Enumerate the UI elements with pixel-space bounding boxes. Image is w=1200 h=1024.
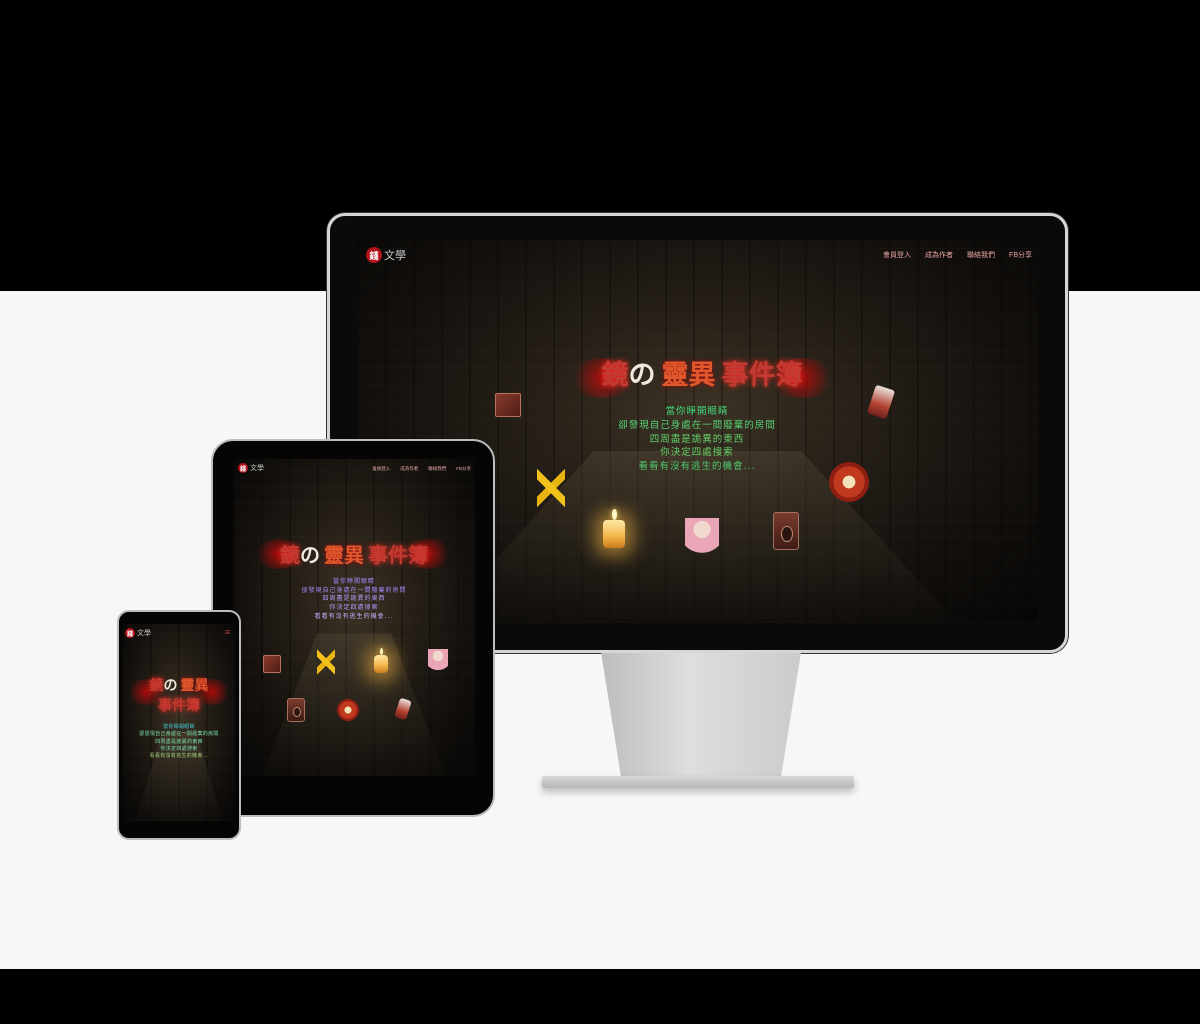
intro-line: 看看有沒有逃生的機會... xyxy=(314,612,394,620)
brand-badge: 錢 xyxy=(366,247,382,263)
doll-item[interactable] xyxy=(428,649,448,677)
intro-line: 你決定四處搜索 xyxy=(329,604,379,612)
candle-item[interactable] xyxy=(374,647,388,673)
intro-line: 四周盡是詭異的東西 xyxy=(155,738,203,745)
nav-become-author[interactable]: 成為作者 xyxy=(400,466,418,472)
title-part-casebook: 事件簿 xyxy=(158,698,200,714)
title-part-casebook: 事件簿 xyxy=(721,359,803,391)
camera-item[interactable] xyxy=(287,698,305,722)
title-part-supernatural: 靈異 xyxy=(180,678,209,694)
title-part-mirror: 鏡 xyxy=(149,678,164,694)
title-part-no: の xyxy=(628,359,656,391)
monitor-stand-base xyxy=(542,776,854,788)
camera-item[interactable] xyxy=(773,512,799,550)
page-title: 鏡 の 靈異 事件簿 xyxy=(258,537,450,569)
intro-line: 當你睜開眼睛 xyxy=(665,406,729,417)
nav-fb-share[interactable]: FB分享 xyxy=(1009,250,1032,260)
intro-line: 你決定四處搜索 xyxy=(660,447,734,459)
cursed-book-item[interactable] xyxy=(263,655,281,673)
bagua-item[interactable] xyxy=(829,462,869,502)
talisman-item[interactable] xyxy=(537,468,565,508)
nav-member-login[interactable]: 會員登入 xyxy=(372,466,390,472)
intro-text: 當你睜開眼睛 卻發現自己身處在一間廢棄的房間 四周盡是詭異的東西 你決定四處搜索… xyxy=(547,405,847,474)
top-nav: 會員登入 成為作者 聯絡我們 FB分享 xyxy=(372,466,471,472)
nav-fb-share[interactable]: FB分享 xyxy=(456,466,471,472)
page-title: 鏡 の 靈異 事件簿 xyxy=(572,352,832,392)
mirror-item[interactable] xyxy=(394,697,412,721)
brand-badge: 錢 xyxy=(238,463,248,473)
intro-text: 當你睜開眼睛 卻發現自己身處在一間廢棄的房間 四周盡是詭異的東西 你決定四處搜索… xyxy=(274,578,434,621)
cursed-book-item[interactable] xyxy=(495,393,521,417)
top-nav: 會員登入 成為作者 聯絡我們 FB分享 xyxy=(883,250,1032,260)
title-part-casebook: 事件簿 xyxy=(368,542,428,567)
title-part-supernatural: 靈異 xyxy=(324,542,364,567)
candle-item[interactable] xyxy=(603,508,625,548)
intro-line: 你決定四處搜索 xyxy=(160,745,198,752)
brand-logo[interactable]: 錢 文學 xyxy=(238,463,264,473)
page-title: 鏡 の 靈異 事件簿 xyxy=(139,676,219,716)
brand-name: 文學 xyxy=(384,250,406,262)
nav-contact-us[interactable]: 聯絡我們 xyxy=(967,250,995,260)
intro-line: 當你睜開眼睛 xyxy=(332,578,375,585)
doll-item[interactable] xyxy=(685,518,719,564)
hamburger-icon[interactable]: ≡ xyxy=(225,627,230,637)
intro-line: 看看有沒有逃生的機會... xyxy=(638,461,756,473)
nav-contact-us[interactable]: 聯絡我們 xyxy=(428,466,446,472)
brand-name: 文學 xyxy=(137,630,151,637)
talisman-item[interactable] xyxy=(317,649,335,675)
intro-line: 看看有沒有逃生的機會... xyxy=(149,753,209,759)
brand-badge: 錢 xyxy=(125,628,135,638)
bagua-item[interactable] xyxy=(337,699,359,721)
title-part-no: の xyxy=(163,678,178,694)
intro-line: 四周盡是詭異的東西 xyxy=(649,433,745,445)
title-part-mirror: 鏡 xyxy=(601,359,629,391)
brand-logo[interactable]: 錢 文學 xyxy=(366,247,406,263)
bottom-black-band xyxy=(0,969,1200,1024)
mirror-item[interactable] xyxy=(866,384,896,420)
tablet-screen: 錢 文學 會員登入 成為作者 聯絡我們 FB分享 鏡 の 靈異 事件簿 當你睜開… xyxy=(233,459,475,776)
intro-text: 當你睜開眼睛 卻發現自己身處在一間廢棄的房間 四周盡是詭異的東西 你決定四處搜索… xyxy=(124,724,234,760)
title-part-supernatural: 靈異 xyxy=(661,359,716,391)
brand-logo[interactable]: 錢 文學 xyxy=(125,628,151,638)
monitor-stand-neck xyxy=(601,653,801,777)
intro-line: 四周盡是詭異的東西 xyxy=(322,595,386,603)
title-part-no: の xyxy=(300,542,320,567)
phone-screen: 錢 文學 ≡ 鏡 の 靈異 事件簿 當你睜開眼睛 卻發現自己身處在一間廢棄的房間… xyxy=(122,624,236,821)
title-part-mirror: 鏡 xyxy=(280,542,300,567)
intro-line: 卻發現自己身處在一間廢棄的房間 xyxy=(618,419,776,431)
intro-line: 卻發現自己身處在一間廢棄的房間 xyxy=(139,731,219,738)
brand-name: 文學 xyxy=(250,465,264,472)
nav-become-author[interactable]: 成為作者 xyxy=(925,250,953,260)
nav-member-login[interactable]: 會員登入 xyxy=(883,250,911,260)
